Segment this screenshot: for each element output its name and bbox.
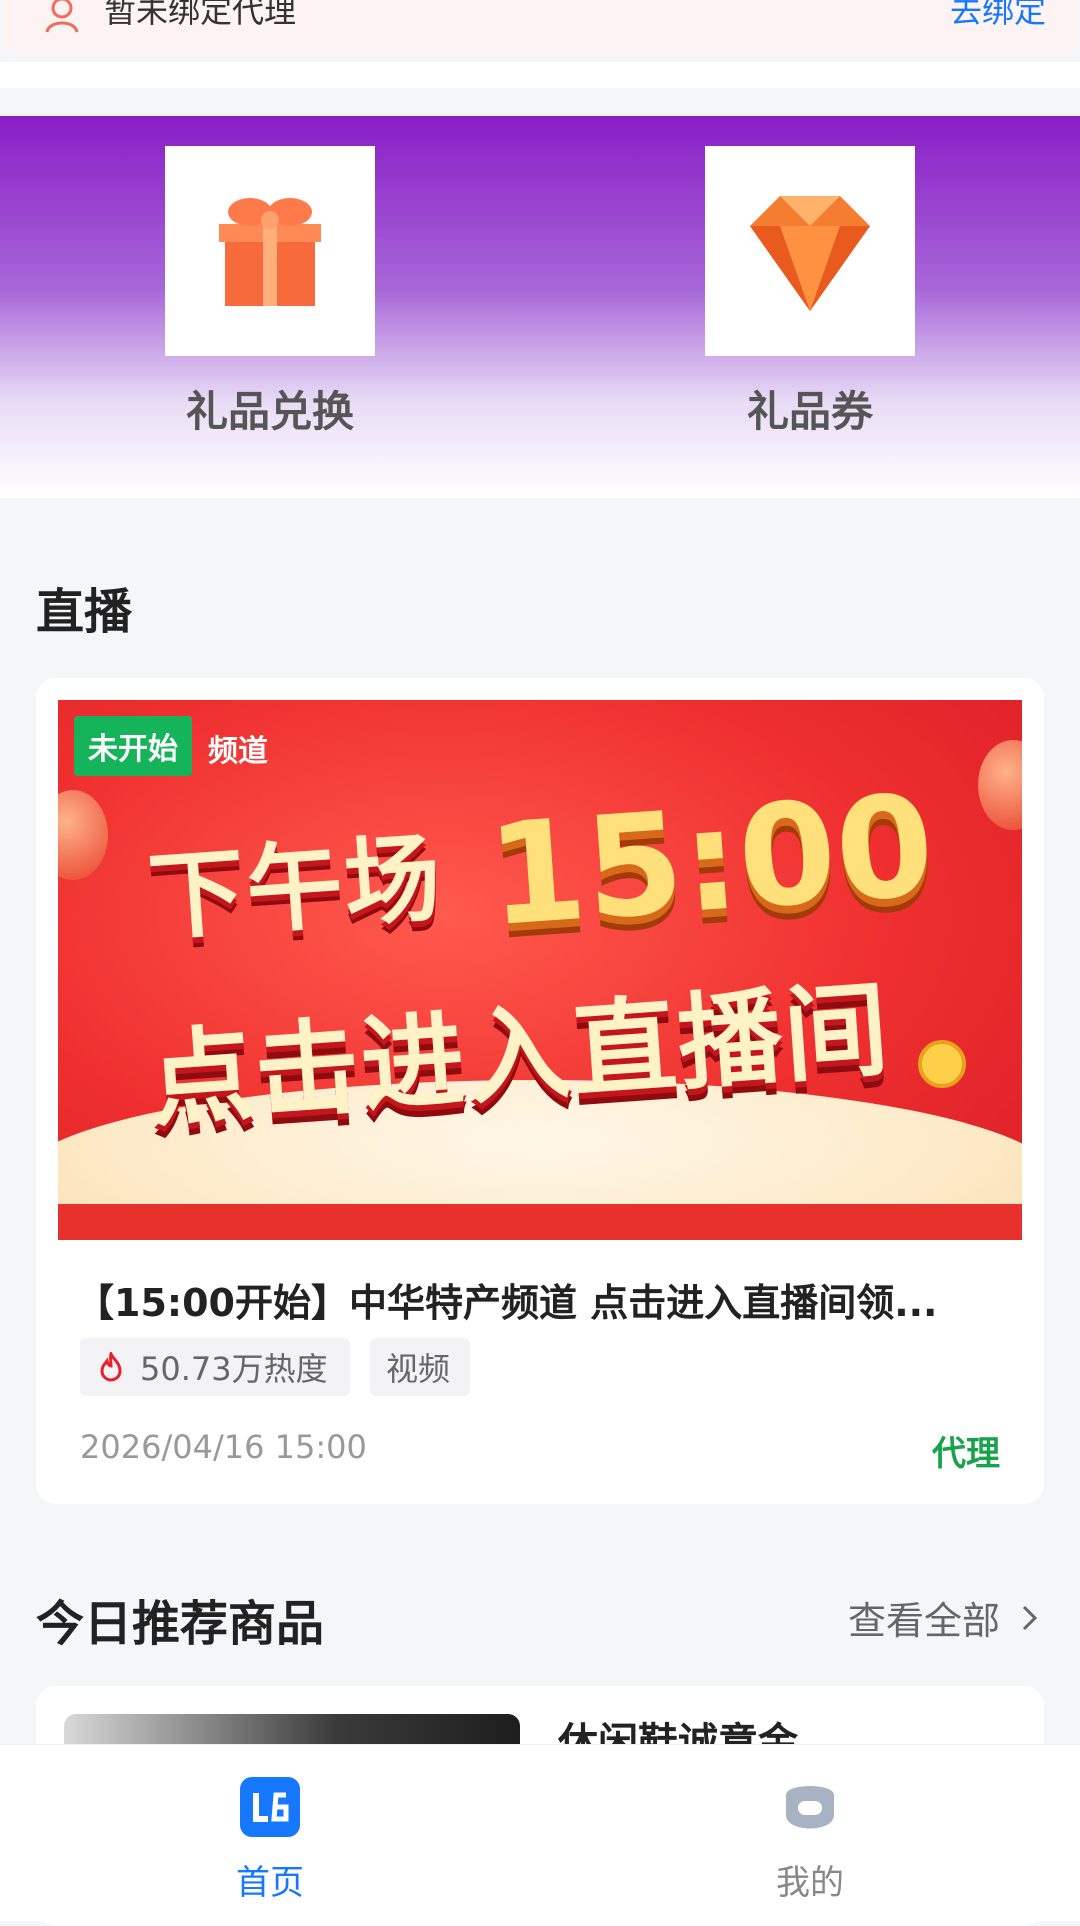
heat-tag: 50.73万热度 (80, 1338, 350, 1396)
heat-value: 50.73万热度 (140, 1350, 328, 1388)
bottom-tab-bar: 首页 我的 (0, 1744, 1080, 1921)
diamond-icon (705, 146, 915, 356)
video-type-tag: 视频 (370, 1338, 470, 1396)
user-icon (45, 0, 79, 33)
view-all-label: 查看全部 (847, 1599, 1000, 1643)
banner-headline-time: 15:00 (482, 764, 939, 959)
profile-icon (786, 1786, 834, 1829)
tab-profile-label: 我的 (776, 1863, 844, 1903)
live-status-badge: 未开始 (74, 716, 192, 776)
banner-channel-text: 频道 (208, 734, 268, 769)
agent-status-text: 暂未绑定代理 (104, 0, 297, 30)
gift-exchange-label: 礼品兑换 (185, 387, 354, 436)
tab-home[interactable]: 首页 (170, 1775, 370, 1904)
tab-home-label: 首页 (236, 1863, 304, 1903)
live-title: 【15:00开始】中华特产频道 点击进入直播间领... (76, 1281, 938, 1325)
banner-headline-session: 下午场 (145, 821, 447, 955)
home-logo-icon (240, 1777, 300, 1837)
banner-bottom-stripe (58, 1204, 1022, 1240)
live-section-title: 直播 (36, 584, 133, 640)
gift-exchange-entry[interactable]: 礼品兑换 (165, 146, 375, 439)
gift-section: 礼品兑换 礼品券 (0, 116, 1080, 498)
tab-profile[interactable]: 我的 (710, 1775, 910, 1904)
view-all-button[interactable]: 查看全部 (848, 1590, 1044, 1645)
live-banner-image[interactable]: 频道 下午场 15:00 点击进入直播间 未开始 (58, 700, 1022, 1240)
lantern-decoration (58, 790, 108, 880)
agent-link[interactable]: 代理 (932, 1426, 1000, 1475)
video-type-label: 视频 (386, 1350, 451, 1388)
gift-voucher-label: 礼品券 (746, 387, 873, 436)
live-card[interactable]: 频道 下午场 15:00 点击进入直播间 未开始 【15:00开始】中华特产频道… (36, 678, 1044, 1504)
live-date: 2026/04/16 15:00 (80, 1428, 367, 1466)
gift-box-icon (165, 146, 375, 356)
gift-voucher-entry[interactable]: 礼品券 (705, 146, 915, 439)
recommend-section-title: 今日推荐商品 (36, 1596, 325, 1652)
fire-icon (100, 1352, 122, 1382)
chevron-right-icon (1022, 1605, 1038, 1630)
agent-binding-bar: 暂未绑定代理 去绑定 (4, 0, 1076, 52)
bind-agent-link[interactable]: 去绑定 (950, 0, 1046, 32)
divider (0, 62, 1080, 88)
lantern-decoration (978, 740, 1022, 830)
coin-decoration (918, 1040, 966, 1088)
